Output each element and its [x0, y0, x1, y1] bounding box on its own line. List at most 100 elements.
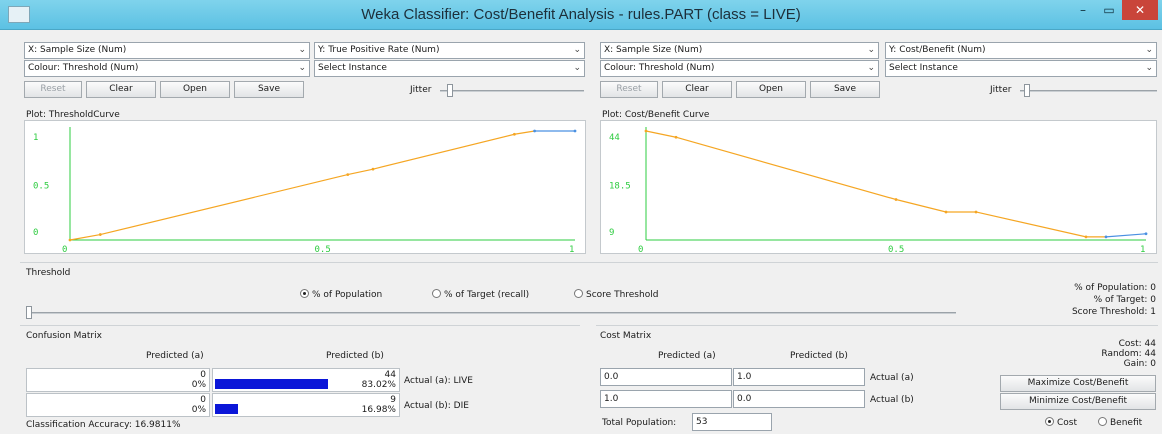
confusion-cell-aa: 0 0% [26, 368, 210, 392]
total-population-input[interactable]: 53 [692, 413, 772, 431]
cell-count: 9 [390, 395, 396, 405]
left-reset-button[interactable]: Reset [24, 81, 82, 98]
radio-percent-population[interactable]: % of Population [300, 289, 382, 300]
close-button[interactable]: ✕ [1122, 0, 1158, 20]
radio-score-threshold[interactable]: Score Threshold [574, 289, 658, 300]
curve-point [573, 129, 577, 133]
left-jitter-slider-track[interactable] [440, 90, 584, 92]
radio-selected-icon [1045, 417, 1054, 426]
radio-empty-icon [432, 289, 441, 298]
confusion-pred-a-header: Predicted (a) [146, 351, 204, 361]
threshold-slider-track[interactable] [26, 312, 956, 314]
chevron-down-icon: ⌄ [298, 45, 306, 55]
chevron-down-icon: ⌄ [573, 63, 581, 73]
radio-benefit[interactable]: Benefit [1098, 417, 1142, 428]
left-open-button[interactable]: Open [160, 81, 230, 98]
cost-cell-ab-input[interactable]: 1.0 [733, 368, 865, 386]
maximize-button[interactable]: ▭ [1096, 0, 1122, 20]
right-save-button[interactable]: Save [810, 81, 880, 98]
maximize-cost-benefit-button[interactable]: Maximize Cost/Benefit [1000, 375, 1156, 392]
cost-cell-aa-input[interactable]: 0.0 [600, 368, 732, 386]
y-tick-label: 0 [33, 228, 38, 238]
right-y-axis-combo[interactable]: Y: Cost/Benefit (Num) ⌄ [885, 42, 1157, 59]
chevron-down-icon: ⌄ [1145, 45, 1153, 55]
cost-divider [596, 325, 1158, 326]
actual-a-label: Actual (a): LIVE [404, 376, 473, 386]
y-tick-label: 1 [33, 133, 38, 143]
cell-count: 0 [200, 370, 206, 380]
confusion-pred-b-header: Predicted (b) [326, 351, 384, 361]
right-open-button[interactable]: Open [736, 81, 806, 98]
confusion-cell-ba: 0 0% [26, 393, 210, 417]
confusion-bar-ab [215, 379, 328, 389]
left-threshold-curve-plot[interactable]: 1 0.5 0 0 0.5 1 [24, 120, 586, 254]
y-tick-label: 9 [609, 228, 614, 238]
right-plot-title: Plot: Cost/Benefit Curve [602, 110, 710, 120]
left-clear-button[interactable]: Clear [86, 81, 156, 98]
confusion-cell-bb: 9 16.98% [212, 393, 400, 417]
x-tick-label: 1 [1140, 245, 1145, 254]
left-colour-combo[interactable]: Colour: Threshold (Num) ⌄ [24, 60, 310, 77]
curve-point [98, 233, 102, 236]
curve-point [513, 132, 516, 136]
cost-cell-ba-input[interactable]: 1.0 [600, 390, 732, 408]
x-tick-label: 0.5 [888, 245, 904, 254]
y-tick-label: 0.5 [33, 182, 49, 192]
curve-point [346, 173, 350, 176]
curve-point [1084, 235, 1088, 239]
right-jitter-slider-track[interactable] [1020, 90, 1157, 92]
cost-pred-b-header: Predicted (b) [790, 351, 848, 361]
cost-cell-bb-input[interactable]: 0.0 [733, 390, 865, 408]
confusion-bar-bb [215, 404, 238, 414]
actual-b-label: Actual (b): DIE [404, 401, 469, 411]
right-cost-benefit-plot[interactable]: 44 18.5 9 0 0.5 1 [600, 120, 1157, 254]
right-colour-combo[interactable]: Colour: Threshold (Num) ⌄ [600, 60, 879, 77]
x-tick-label: 0.5 [315, 245, 331, 254]
right-select-instance-combo[interactable]: Select Instance ⌄ [885, 60, 1157, 77]
curve-point [371, 167, 375, 171]
right-jitter-slider-thumb[interactable] [1024, 84, 1030, 97]
left-x-axis-combo[interactable]: X: Sample Size (Num) ⌄ [24, 42, 310, 59]
curve-point [68, 238, 72, 242]
curve-line-orange [69, 130, 535, 241]
minimize-cost-benefit-button[interactable]: Minimize Cost/Benefit [1000, 393, 1156, 410]
threshold-slider-thumb[interactable] [26, 306, 32, 319]
classification-accuracy: Classification Accuracy: 16.9811% [26, 420, 181, 430]
chevron-down-icon: ⌄ [867, 63, 875, 73]
random-readout: Random: 44 [1101, 349, 1156, 359]
curve-point [974, 210, 978, 214]
curve-point [674, 135, 678, 139]
curve-point [1144, 232, 1148, 236]
curve-line-blue [1105, 233, 1147, 238]
gain-readout: Gain: 0 [1123, 359, 1156, 369]
right-x-axis-combo[interactable]: X: Sample Size (Num) ⌄ [600, 42, 879, 59]
right-reset-button[interactable]: Reset [600, 81, 658, 98]
left-jitter-slider-thumb[interactable] [447, 84, 453, 97]
radio-empty-icon [574, 289, 583, 298]
minimize-button[interactable]: – [1070, 0, 1096, 20]
score-threshold-readout: Score Threshold: 1 [1071, 307, 1156, 317]
radio-empty-icon [1098, 417, 1107, 426]
left-y-axis-combo[interactable]: Y: True Positive Rate (Num) ⌄ [314, 42, 585, 59]
target-readout: % of Target: 0 [1093, 295, 1156, 305]
left-jitter-label: Jitter [410, 85, 432, 95]
y-tick-label: 18.5 [609, 182, 631, 192]
left-save-button[interactable]: Save [234, 81, 304, 98]
left-plot-title: Plot: ThresholdCurve [26, 110, 120, 120]
x-tick-label: 0 [638, 245, 643, 254]
x-tick-label: 1 [569, 245, 574, 254]
cell-count: 0 [200, 395, 206, 405]
left-select-instance-combo[interactable]: Select Instance ⌄ [314, 60, 585, 77]
radio-percent-target[interactable]: % of Target (recall) [432, 289, 529, 300]
cell-count: 44 [384, 370, 396, 380]
cost-actual-b-label: Actual (b) [870, 395, 914, 405]
radio-cost[interactable]: Cost [1045, 417, 1077, 428]
x-tick-label: 0 [62, 245, 67, 254]
confusion-divider [20, 325, 580, 326]
curve-line-orange [645, 130, 1106, 238]
right-clear-button[interactable]: Clear [662, 81, 732, 98]
chevron-down-icon: ⌄ [573, 45, 581, 55]
y-tick-label: 44 [609, 133, 620, 143]
cost-readout: Cost: 44 [1118, 339, 1156, 349]
chevron-down-icon: ⌄ [1145, 63, 1153, 73]
